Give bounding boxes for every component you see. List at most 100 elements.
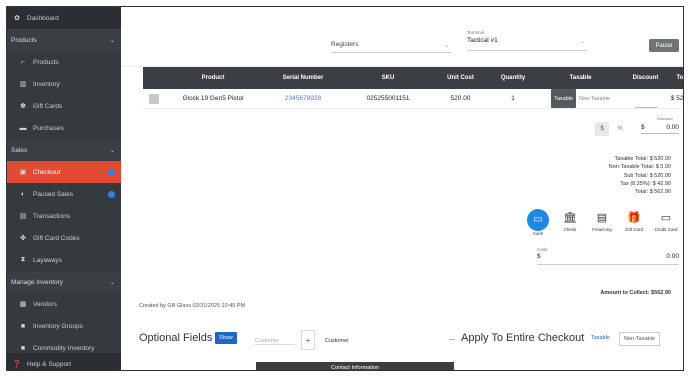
chevron-down-icon: ⌄ (443, 43, 449, 49)
cell-taxable: Taxable Non-Taxable (538, 89, 623, 108)
receipt-icon: ▤ (19, 213, 27, 220)
tender-financing-button[interactable]: ▤ Financing (589, 209, 615, 232)
divider (449, 339, 455, 340)
taxable-button[interactable]: Taxable (551, 89, 577, 108)
add-customer-button[interactable]: + (301, 330, 315, 350)
sidebar-item-paused-sales[interactable]: ◐ Paused Sales (7, 183, 121, 205)
cell-quantity[interactable]: 1 (488, 89, 538, 108)
pause-icon: ◐ (20, 190, 26, 198)
tax-total: Tax (8.25%): $ 42.90 (620, 180, 671, 187)
sidebar-item-gift-card-codes[interactable]: ✤ Gift Card Codes (7, 227, 121, 249)
sidebar-item-label: Transactions (33, 212, 70, 220)
discount-currency-symbol: $ (641, 124, 645, 131)
discount-dollar-toggle[interactable]: $ (595, 122, 609, 136)
palette-icon: ✿ (14, 15, 20, 22)
status-badge (108, 168, 115, 176)
terminal-label: Terminal (467, 30, 485, 35)
cell-product: Glock 19 Gen5 Pistol (182, 95, 244, 102)
cart-icon: ▣ (19, 169, 27, 176)
sidebar-item-purchases[interactable]: ▬ Purchases (7, 117, 121, 139)
sidebar-item-label: Inventory (33, 80, 60, 88)
sidebar-item-transactions[interactable]: ▤ Transactions (7, 205, 121, 227)
sidebar-section-manage-inventory[interactable]: Manage Inventory ⌄ (7, 271, 121, 293)
cash-label: Cash (537, 247, 548, 252)
tender-gift-card-button[interactable]: 🎁 Gift Card (621, 209, 647, 232)
cash-currency-symbol: $ (537, 253, 541, 260)
chevron-down-icon: ⌄ (109, 37, 115, 44)
grand-total: Total: $ 562.90 (634, 189, 671, 196)
gift-card-icon: ✽ (20, 103, 26, 110)
tender-credit-card-button[interactable]: ▭ Credit Card (653, 209, 679, 232)
register-select[interactable]: Registers ⌄ (331, 41, 451, 53)
card-reader-icon: ▭ (660, 212, 672, 224)
chevron-down-icon: ⌄ (109, 279, 115, 286)
cart-table-header: Product Serial Number SKU Unit Cost Quan… (143, 67, 684, 89)
column-header-sku: SKU (381, 75, 395, 81)
contact-information-bar[interactable]: Contact Information (256, 362, 454, 370)
column-header-total: Total (676, 75, 684, 81)
sidebar-item-gift-cards[interactable]: ✽ Gift Cards (7, 95, 121, 117)
cell-discount (623, 89, 668, 108)
sidebar-item-inventory[interactable]: ▥ Inventory (7, 73, 121, 95)
sidebar-section-products[interactable]: Products ⌄ (7, 29, 121, 51)
status-badge (108, 190, 115, 198)
apply-non-taxable-button[interactable]: Non-Taxable (619, 332, 660, 346)
non-taxable-total: Non-Taxable Total: $ 0.00 (608, 164, 671, 171)
terminal-select-value: Tactical #1 (467, 37, 498, 44)
checkout-topbar: Registers ⌄ Terminal Tactical #1 ⌄ Pause (121, 7, 683, 67)
tender-label: Financing (592, 227, 612, 232)
chevron-down-icon: ⌄ (579, 39, 585, 45)
tender-cash-button[interactable]: ▭ Cash (525, 209, 551, 236)
non-taxable-button[interactable]: Non-Taxable (579, 89, 610, 108)
discount-amount-input[interactable]: $ 0.00 (641, 124, 679, 134)
sidebar-item-label: Inventory Groups (33, 322, 83, 330)
sidebar-item-vendors[interactable]: ▦ Vendors (7, 293, 121, 315)
cash-amount-value: 0.00 (666, 253, 679, 260)
column-header-taxable: Taxable (569, 75, 592, 81)
discount-percent-toggle[interactable]: % (613, 122, 627, 136)
discount-amount-value: 0.00 (666, 124, 679, 131)
sidebar-item-help-support[interactable]: ❓ Help & Support (7, 353, 121, 370)
column-header-product: Product (201, 75, 225, 81)
sidebar-item-label: Vendors (33, 300, 57, 308)
bank-icon: 🏛 (563, 212, 577, 224)
cell-serial-link[interactable]: 2345678928 (263, 89, 343, 108)
tender-label: Gift Card (624, 227, 643, 232)
sidebar-item-checkout[interactable]: ▣ Checkout (7, 161, 121, 183)
apply-taxable-button[interactable]: Taxable (591, 335, 610, 341)
tender-label: Cash (532, 231, 544, 236)
sidebar-section-label: Manage Inventory (11, 278, 64, 286)
cash-amount-input[interactable]: $ 0.00 (537, 253, 679, 265)
pause-button[interactable]: Pause (649, 39, 679, 52)
sidebar-item-label: Gift Card Codes (33, 234, 80, 242)
tender-label: Credit Card (654, 227, 678, 232)
taxable-total: Taxable Total: $ 520.00 (614, 156, 671, 162)
sidebar-item-layaways[interactable]: ⧗ Layaways (7, 249, 121, 271)
sidebar-item-inventory-groups[interactable]: ■ Inventory Groups (7, 315, 121, 337)
sidebar-item-label: Checkout (33, 168, 61, 176)
column-header-unit-cost: Unit Cost (447, 75, 474, 81)
sidebar-section-label: Products (11, 36, 37, 44)
terminal-select[interactable]: Tactical #1 ⌄ (467, 37, 587, 51)
show-button[interactable]: Show (215, 332, 237, 344)
sidebar-item-label: Paused Sales (33, 190, 74, 198)
column-header-serial: Serial Number (282, 75, 324, 81)
sidebar-item-label: Layaways (33, 256, 62, 264)
sidebar-item-label: Purchases (33, 124, 64, 132)
discount-input[interactable] (634, 89, 657, 108)
sidebar-item-dashboard[interactable]: ✿ Dashboard (7, 7, 121, 29)
sidebar-section-sales[interactable]: Sales ⌄ (7, 139, 121, 161)
cell-unit-cost[interactable]: 520.00 (433, 89, 488, 108)
inventory-icon: ▥ (19, 81, 27, 88)
sidebar-item-products[interactable]: ⌐ Products (7, 51, 121, 73)
amount-to-collect: Amount to Collect: $562.90 (600, 290, 671, 296)
gift-icon: 🎁 (627, 212, 641, 224)
customer-input[interactable]: Customer (255, 338, 295, 345)
tender-check-button[interactable]: 🏛 Check (557, 209, 583, 232)
column-header-quantity: Quantity (500, 75, 526, 81)
column-header-discount: Discount (632, 75, 659, 81)
gift-code-icon: ✤ (20, 235, 26, 242)
row-checkbox[interactable] (149, 94, 159, 104)
sidebar-item-label: Help & Support (27, 360, 72, 368)
folder-icon: ■ (20, 322, 26, 330)
